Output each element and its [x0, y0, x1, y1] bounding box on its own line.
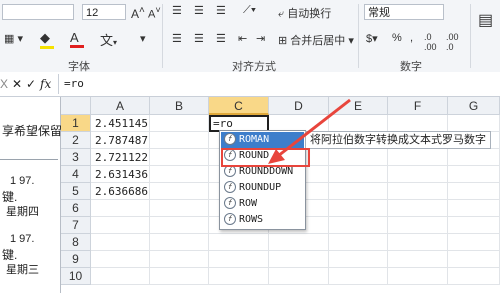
annotation-arrow: [268, 98, 351, 164]
